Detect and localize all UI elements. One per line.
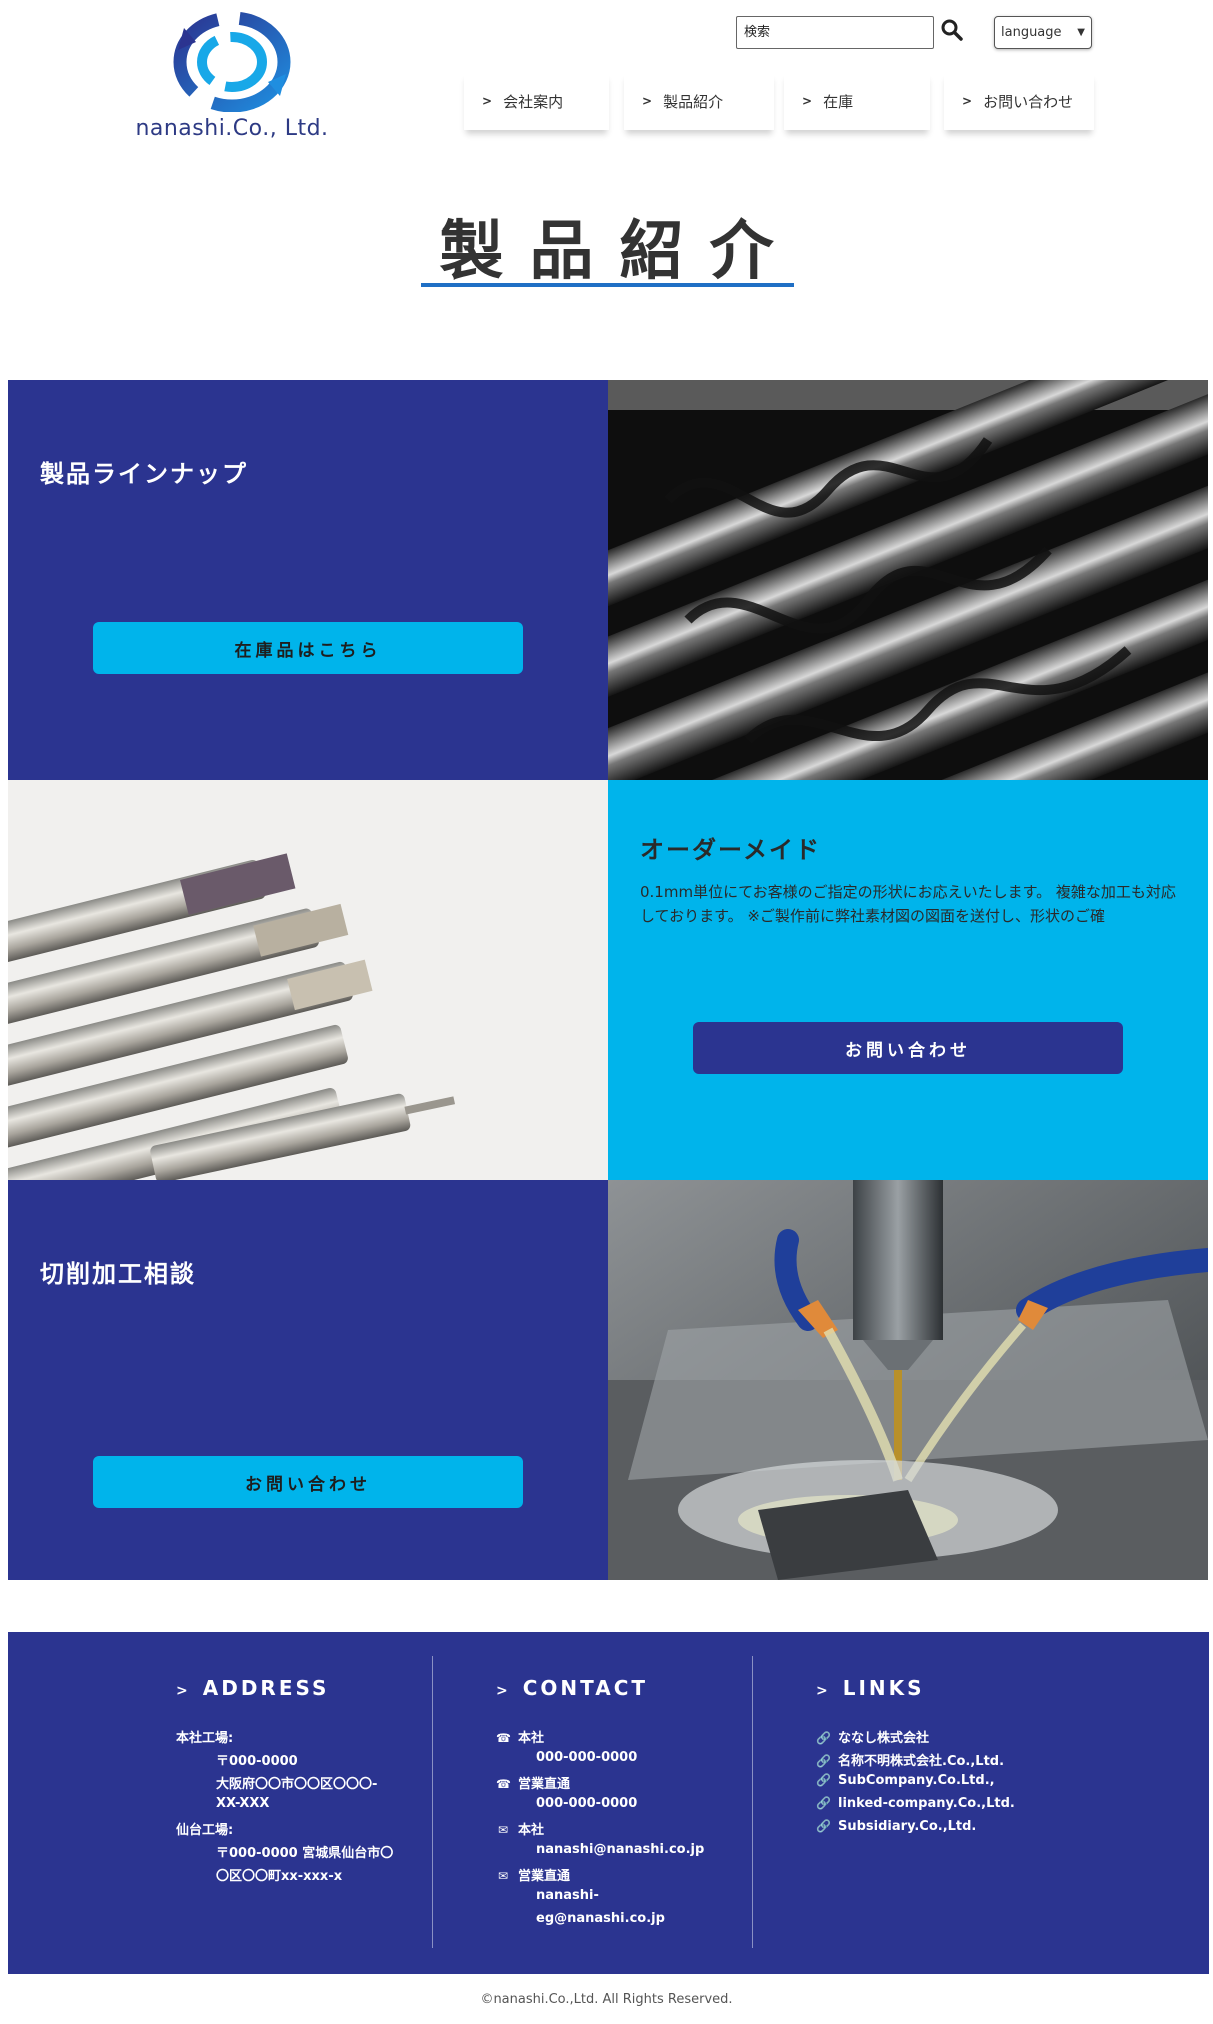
phone-icon: ☎: [496, 1777, 511, 1791]
link-icon: 🔗: [816, 1731, 831, 1745]
footer-link[interactable]: 🔗 名称不明株式会社.Co.,Ltd.: [816, 1750, 1004, 1769]
chevron-right-icon: >: [802, 94, 813, 108]
link-icon: 🔗: [816, 1754, 831, 1768]
link-icon: 🔗: [816, 1773, 831, 1787]
mail-icon: ✉: [497, 1869, 509, 1883]
contact-value[interactable]: 000-000-0000: [536, 1750, 637, 1765]
nav-item-contact[interactable]: > お問い合わせ: [944, 72, 1094, 130]
cutting-panel: 切削加工相談 お問い合わせ: [8, 1180, 608, 1580]
address-line: 〇区〇〇町xx-xxx-x: [216, 1869, 343, 1884]
address-line: 本社工場:: [176, 1731, 234, 1746]
footer-links-heading: > LINKS: [816, 1676, 925, 1700]
footer-divider: [752, 1656, 753, 1948]
drill-bits-image: [608, 380, 1208, 780]
stock-button[interactable]: 在庫品はこちら: [93, 622, 523, 674]
phone-icon: ☎: [496, 1731, 511, 1745]
contact-value[interactable]: eg@nanashi.co.jp: [536, 1911, 665, 1926]
ordermade-title: オーダーメイド: [640, 836, 822, 864]
link-icon: 🔗: [816, 1819, 831, 1833]
page-title: 製品紹介: [439, 215, 800, 289]
contact-heading-text: CONTACT: [522, 1676, 649, 1700]
nav-label: お問い合わせ: [983, 92, 1074, 111]
address-line: 〒000-0000 宮城県仙台市〇: [216, 1846, 394, 1861]
footer-divider: [432, 1656, 433, 1948]
ordermade-panel: オーダーメイド 0.1mm単位にてお客様のご指定の形状にお応えいたします。 複雑…: [608, 780, 1208, 1180]
search-input[interactable]: [736, 16, 934, 49]
logo-text: nanashi.Co., Ltd.: [135, 116, 329, 141]
title-underline: [421, 283, 794, 287]
footer-link[interactable]: 🔗 linked-company.Co.,Ltd.: [816, 1796, 1015, 1811]
address-line: XX-XXX: [216, 1796, 270, 1811]
lineup-title: 製品ラインナップ: [40, 460, 248, 488]
footer-link[interactable]: 🔗 SubCompany.Co.Ltd.,: [816, 1773, 995, 1788]
machining-image: [608, 1180, 1208, 1580]
footer-link[interactable]: 🔗 Subsidiary.Co.,Ltd.: [816, 1819, 976, 1834]
copyright: ©nanashi.Co.,Ltd. All Rights Reserved.: [480, 1992, 733, 2007]
contact-value[interactable]: nanashi-: [536, 1888, 599, 1903]
mail-icon: ✉: [497, 1823, 509, 1837]
address-line: 仙台工場:: [176, 1823, 234, 1838]
chevron-right-icon: >: [482, 94, 493, 108]
language-label: language: [1001, 25, 1062, 40]
links-heading-text: LINKS: [842, 1676, 925, 1700]
nav-item-stock[interactable]: > 在庫: [784, 72, 930, 130]
footer-address-heading: > ADDRESS: [176, 1676, 329, 1700]
footer-contact-heading: > CONTACT: [496, 1676, 648, 1700]
chevron-down-icon: ▼: [1077, 27, 1085, 38]
chevron-right-icon: >: [176, 1683, 191, 1699]
search-icon[interactable]: [940, 18, 966, 44]
link-icon: 🔗: [816, 1796, 831, 1810]
nav-item-company[interactable]: > 会社案内: [464, 72, 609, 130]
footer: > ADDRESS 本社工場: 〒000-0000 大阪府〇〇市〇〇区〇〇〇- X…: [8, 1632, 1209, 1974]
ordermade-description: 0.1mm単位にてお客様のご指定の形状にお応えいたします。 複雑な加工も対応して…: [640, 883, 1176, 925]
lineup-panel: 製品ラインナップ 在庫品はこちら: [8, 380, 608, 780]
nav-label: 製品紹介: [663, 92, 724, 111]
address-line: 〒000-0000: [216, 1754, 298, 1769]
chevron-right-icon: >: [816, 1683, 831, 1699]
contact-label: ☎ 営業直通: [496, 1777, 571, 1792]
nav-label: 会社案内: [503, 92, 564, 111]
chevron-right-icon: >: [962, 94, 973, 108]
nav-label: 在庫: [823, 92, 854, 111]
cutting-title: 切削加工相談: [40, 1260, 196, 1288]
ordermade-contact-button[interactable]: お問い合わせ: [693, 1022, 1123, 1074]
language-select[interactable]: language ▼: [994, 16, 1092, 49]
cutting-contact-button[interactable]: お問い合わせ: [93, 1456, 523, 1508]
company-logo[interactable]: nanashi.Co., Ltd.: [132, 12, 332, 142]
logo-swirl-icon: [173, 12, 291, 112]
address-heading-text: ADDRESS: [202, 1676, 330, 1700]
contact-value[interactable]: 000-000-0000: [536, 1796, 637, 1811]
address-line: 大阪府〇〇市〇〇区〇〇〇-: [216, 1777, 378, 1792]
contact-value[interactable]: nanashi@nanashi.co.jp: [536, 1842, 704, 1857]
chevron-right-icon: >: [496, 1683, 511, 1699]
end-mills-image: [8, 780, 608, 1180]
contact-label: ✉ 本社: [497, 1823, 545, 1838]
contact-label: ✉ 営業直通: [497, 1869, 571, 1884]
nav-item-products[interactable]: > 製品紹介: [624, 72, 774, 130]
contact-label: ☎ 本社: [496, 1731, 545, 1746]
footer-link[interactable]: 🔗 ななし株式会社: [816, 1727, 929, 1746]
chevron-right-icon: >: [642, 94, 653, 108]
